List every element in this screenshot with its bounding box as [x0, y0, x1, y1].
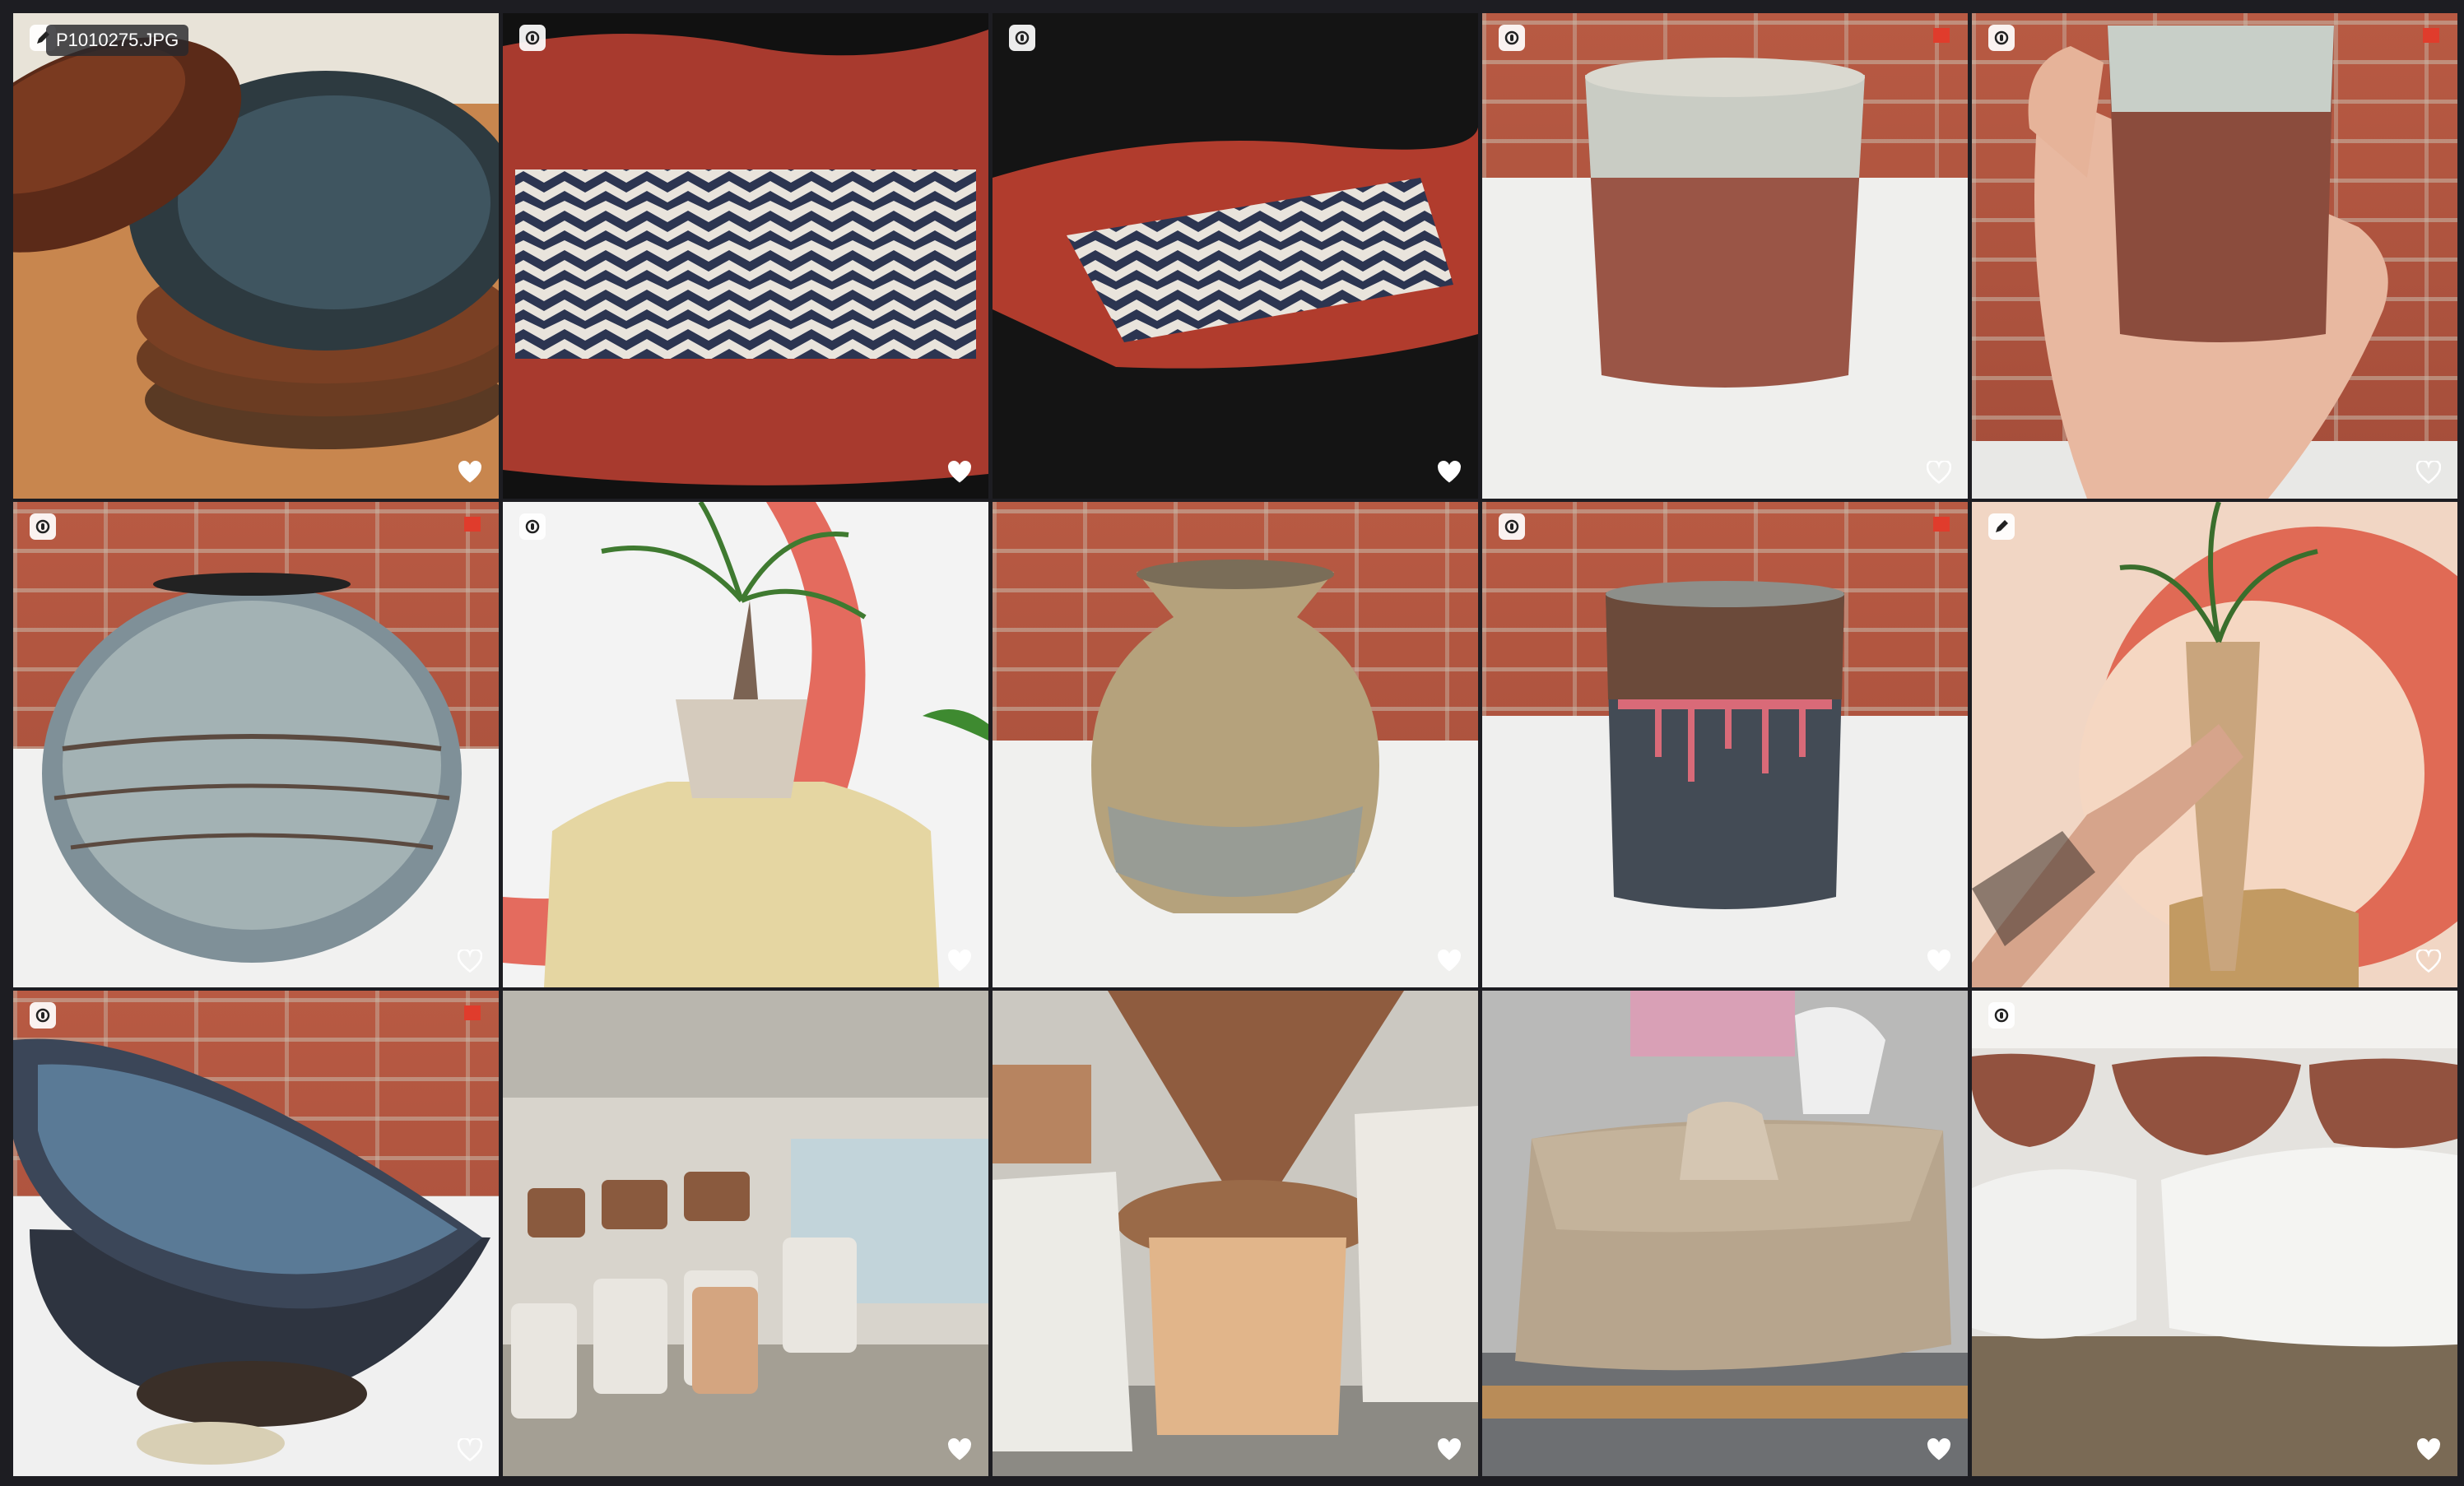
- pencil-icon: [1996, 520, 2008, 532]
- heart-outline-icon[interactable]: [2416, 950, 2441, 973]
- photo-tile[interactable]: [1482, 991, 1968, 1476]
- photo-tile[interactable]: [993, 13, 1478, 499]
- flag-icon[interactable]: [1932, 26, 1951, 48]
- pottery-photo: [503, 13, 988, 499]
- edit-badge[interactable]: [1988, 513, 2015, 540]
- link-badge[interactable]: [1499, 25, 1525, 51]
- photo-grid: P1010275.JPG: [13, 13, 2457, 1483]
- link-badge[interactable]: [1988, 1002, 2015, 1029]
- pottery-shape: [1972, 26, 2457, 499]
- pottery-shape: [1482, 581, 1968, 987]
- link-badge[interactable]: [1009, 25, 1035, 51]
- photo-tile[interactable]: [993, 502, 1478, 987]
- link-badge[interactable]: [1988, 25, 2015, 51]
- photo-tile[interactable]: [1972, 502, 2457, 987]
- link-icon: [525, 30, 540, 45]
- heart-icon[interactable]: [458, 461, 482, 484]
- pottery-photo: [993, 13, 1478, 499]
- heart-icon[interactable]: [1927, 1438, 1951, 1461]
- photo-tile[interactable]: P1010275.JPG: [13, 13, 499, 499]
- photo-tile[interactable]: [13, 502, 499, 987]
- heart-outline-icon[interactable]: [458, 1438, 482, 1461]
- photo-tile[interactable]: [993, 991, 1478, 1476]
- photo-tile[interactable]: [503, 991, 988, 1476]
- pottery-shape: [13, 573, 499, 987]
- pottery-photo: [503, 991, 988, 1476]
- link-badge[interactable]: [30, 1002, 56, 1029]
- pottery-photo: [13, 13, 499, 499]
- link-badge[interactable]: [1499, 513, 1525, 540]
- heart-icon[interactable]: [947, 1438, 972, 1461]
- flag-icon[interactable]: [463, 515, 482, 536]
- link-badge[interactable]: [30, 513, 56, 540]
- heart-icon[interactable]: [1437, 461, 1462, 484]
- link-icon: [1994, 1008, 2009, 1023]
- link-icon: [1504, 519, 1519, 534]
- heart-outline-icon[interactable]: [1927, 461, 1951, 484]
- pottery-photo: [1972, 502, 2457, 987]
- link-icon: [1504, 30, 1519, 45]
- photo-tile[interactable]: [1482, 13, 1968, 499]
- heart-icon[interactable]: [1927, 950, 1951, 973]
- photo-tile[interactable]: [503, 13, 988, 499]
- link-icon: [1994, 30, 2009, 45]
- pottery-photo: [503, 502, 988, 987]
- link-icon: [1015, 30, 1030, 45]
- photo-tile[interactable]: [1972, 991, 2457, 1476]
- heart-icon[interactable]: [2416, 1438, 2441, 1461]
- heart-outline-icon[interactable]: [458, 950, 482, 973]
- photo-tile[interactable]: [1972, 13, 2457, 499]
- link-badge[interactable]: [519, 25, 546, 51]
- photo-tile[interactable]: [1482, 502, 1968, 987]
- heart-icon[interactable]: [1437, 1438, 1462, 1461]
- flag-icon[interactable]: [2421, 26, 2441, 48]
- link-icon: [35, 1008, 50, 1023]
- pottery-shape: [993, 560, 1478, 987]
- heart-icon[interactable]: [947, 950, 972, 973]
- pottery-photo: [1972, 991, 2457, 1476]
- filename-tooltip: P1010275.JPG: [46, 25, 189, 56]
- pottery-shape: [1482, 58, 1968, 499]
- heart-outline-icon[interactable]: [2416, 461, 2441, 484]
- link-icon: [525, 519, 540, 534]
- flag-icon[interactable]: [1932, 515, 1951, 536]
- heart-icon[interactable]: [947, 461, 972, 484]
- pottery-photo: [1482, 991, 1968, 1476]
- photo-tile[interactable]: [13, 991, 499, 1476]
- pottery-photo: [993, 991, 1478, 1476]
- heart-icon[interactable]: [1437, 950, 1462, 973]
- link-icon: [35, 519, 50, 534]
- flag-icon[interactable]: [463, 1004, 482, 1025]
- link-badge[interactable]: [519, 513, 546, 540]
- photo-tile[interactable]: [503, 502, 988, 987]
- pottery-shape: [13, 1038, 499, 1476]
